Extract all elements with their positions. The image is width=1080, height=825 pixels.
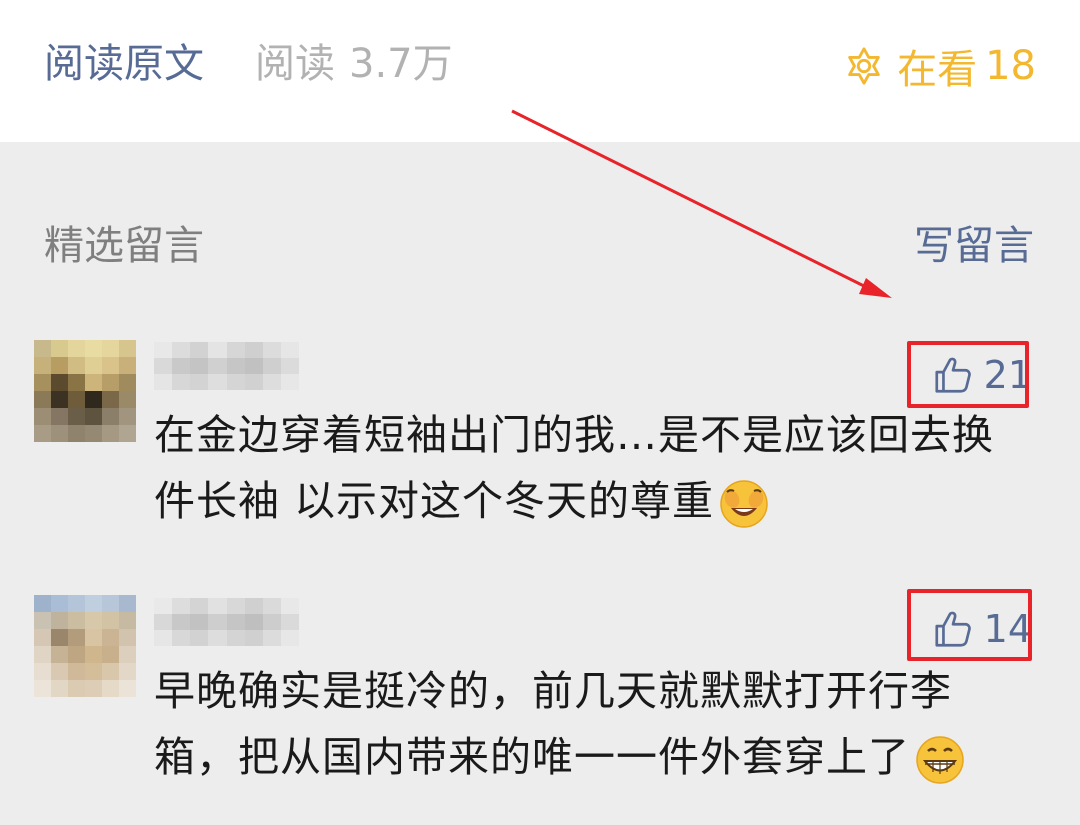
looking-label: 在看 bbox=[897, 47, 978, 93]
comment-body: 早晚确实是挺冷的，前几天就默默打开行李箱，把从国内带来的唯一一件外套穿上了 bbox=[154, 667, 952, 781]
looking-button[interactable]: 在看 18 bbox=[843, 40, 1036, 93]
comment-text: 在金边穿着短袖出门的我…是不是应该回去换件长袖 以示对这个冬天的尊重 bbox=[154, 402, 1034, 534]
article-footer-bar: 阅读原文 阅读 3.7万 在看 18 bbox=[0, 0, 1080, 142]
write-comment-link[interactable]: 写留言 bbox=[914, 220, 1034, 272]
blurred-nickname[interactable] bbox=[154, 342, 299, 390]
avatar[interactable] bbox=[34, 595, 136, 697]
looking-count: 18 bbox=[985, 43, 1036, 89]
read-count-value: 3.7万 bbox=[349, 41, 453, 87]
highlight-box bbox=[907, 341, 1029, 408]
laughing-crying-emoji-icon bbox=[720, 480, 768, 528]
highlight-box bbox=[907, 589, 1032, 661]
looking-star-icon bbox=[848, 47, 880, 85]
comment-body: 在金边穿着短袖出门的我…是不是应该回去换件长袖 以示对这个冬天的尊重 bbox=[154, 411, 994, 525]
grinning-emoji-icon bbox=[916, 736, 964, 784]
featured-comments-title: 精选留言 bbox=[44, 223, 204, 269]
read-label: 阅读 bbox=[255, 41, 335, 87]
read-count: 阅读 3.7万 bbox=[255, 38, 453, 90]
read-original-link[interactable]: 阅读原文 bbox=[44, 38, 204, 90]
comment-text: 早晚确实是挺冷的，前几天就默默打开行李箱，把从国内带来的唯一一件外套穿上了 bbox=[154, 658, 1034, 790]
avatar[interactable] bbox=[34, 340, 136, 442]
blurred-nickname[interactable] bbox=[154, 598, 299, 646]
